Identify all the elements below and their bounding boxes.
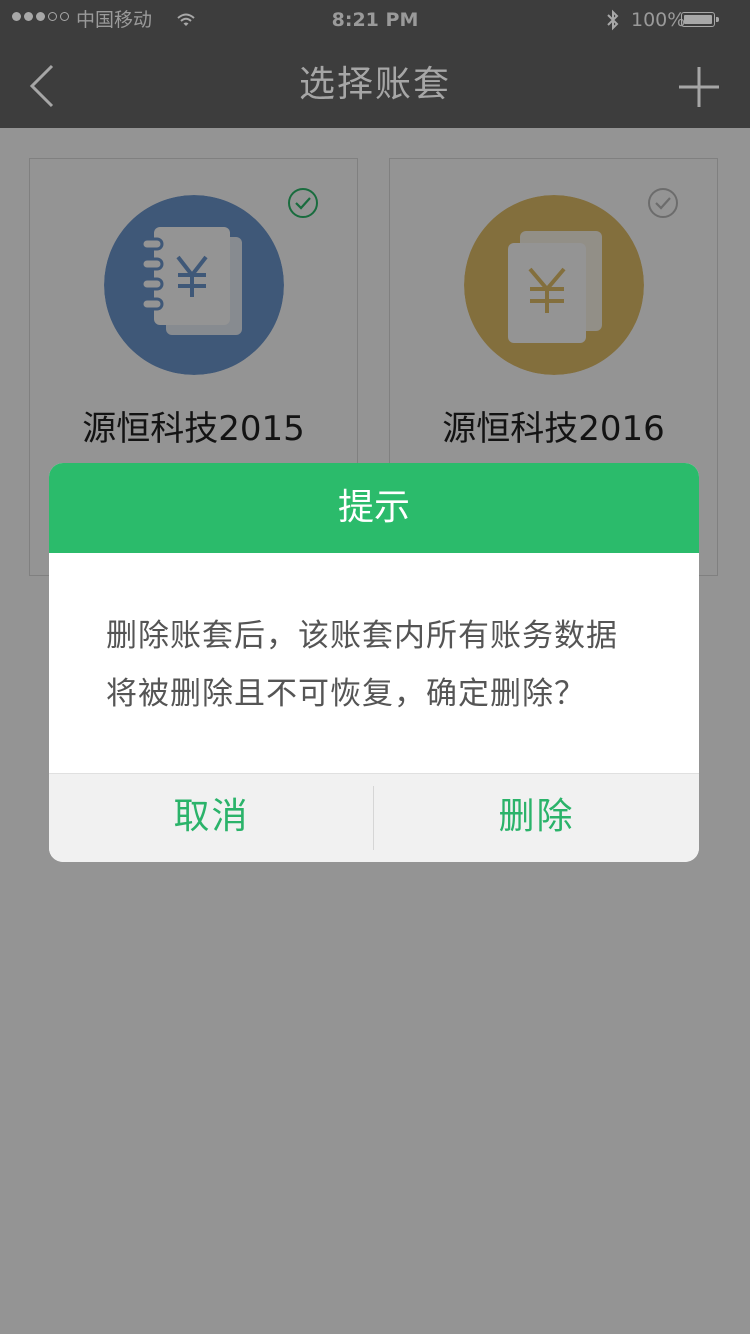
dialog-message-line: 将被删除且不可恢复，确定删除？ bbox=[106, 676, 586, 712]
dialog-title: 提示 bbox=[49, 463, 699, 553]
add-book-button[interactable] bbox=[676, 64, 722, 110]
page-title: 选择账套 bbox=[298, 64, 451, 105]
status-bar: 中国移动 8:21 PM 100% bbox=[0, 0, 750, 40]
plus-icon bbox=[679, 67, 719, 107]
dialog-message: 删除账套后，该账套内所有账务数据 将被删除且不可恢复，确定删除？ bbox=[106, 607, 656, 723]
delete-confirm-dialog: 提示 删除账套后，该账套内所有账务数据 将被删除且不可恢复，确定删除？ 取消 删… bbox=[49, 463, 699, 862]
dialog-actions: 取消 删除 bbox=[49, 773, 699, 862]
battery-percentage: 100% bbox=[631, 9, 686, 31]
navigation-bar: 选择账套 bbox=[0, 40, 750, 128]
battery-icon bbox=[681, 12, 719, 27]
cancel-button[interactable]: 取消 bbox=[49, 774, 374, 862]
dialog-message-line: 删除账套后，该账套内所有账务数据 bbox=[106, 618, 618, 654]
delete-button[interactable]: 删除 bbox=[374, 774, 699, 862]
bluetooth-icon bbox=[604, 8, 622, 37]
